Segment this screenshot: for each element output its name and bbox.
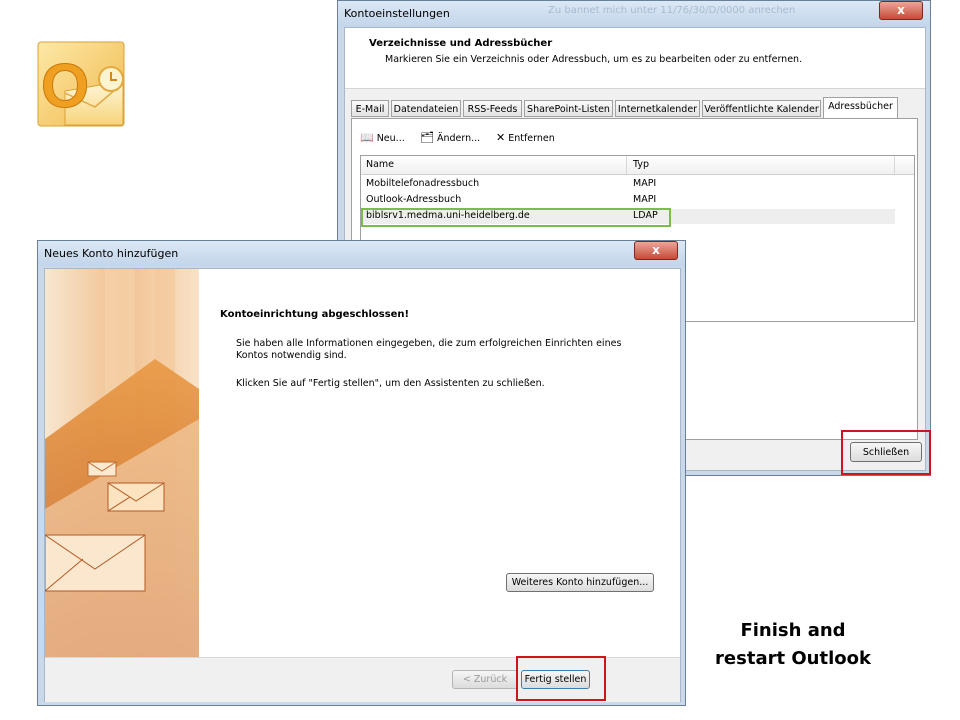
item-name: Outlook-Adressbuch bbox=[366, 194, 462, 205]
item-type: MAPI bbox=[633, 194, 657, 205]
callout-box bbox=[516, 656, 606, 701]
wizard-body: Kontoeinrichtung abgeschlossen! Sie habe… bbox=[44, 268, 681, 702]
caption-line: Finish and bbox=[740, 620, 846, 641]
logo-letter: O bbox=[41, 52, 89, 121]
add-another-account-button[interactable]: Weiteres Konto hinzufügen... bbox=[506, 573, 654, 592]
instruction-caption: Finish and restart Outlook bbox=[700, 617, 886, 673]
column-header-name[interactable]: Name bbox=[366, 159, 394, 170]
window-title: Kontoeinstellungen bbox=[344, 7, 450, 20]
edit-icon: 🗂 bbox=[420, 131, 434, 144]
column-divider[interactable] bbox=[894, 156, 895, 174]
column-header-type[interactable]: Typ bbox=[633, 159, 649, 170]
envelope-icon bbox=[107, 482, 165, 512]
tab-email[interactable]: E-Mail bbox=[351, 100, 389, 117]
list-item[interactable]: Outlook-Adressbuch MAPI bbox=[361, 193, 895, 208]
tab-rss-feeds[interactable]: RSS-Feeds bbox=[463, 100, 522, 117]
window-title: Neues Konto hinzufügen bbox=[44, 247, 179, 260]
instruction-text: Klicken Sie auf "Fertig stellen", um den… bbox=[236, 378, 545, 389]
remove-icon: ✕ bbox=[496, 131, 506, 144]
new-label: Neu... bbox=[376, 133, 405, 144]
item-type: MAPI bbox=[633, 178, 657, 189]
wizard-banner-image bbox=[45, 269, 199, 657]
background-window-title: Zu bannet mich unter 11/76/30/D/0000 anr… bbox=[548, 5, 796, 16]
tab-datendateien[interactable]: Datendateien bbox=[391, 100, 461, 117]
selection-highlight bbox=[361, 208, 671, 227]
callout-box bbox=[841, 430, 931, 475]
back-button[interactable]: < Zurück bbox=[452, 670, 518, 689]
title-bar[interactable]: Kontoeinstellungen Zu bannet mich unter … bbox=[338, 1, 930, 27]
list-item[interactable]: Mobiltelefonadressbuch MAPI bbox=[361, 177, 895, 192]
list-header: Name Typ bbox=[361, 156, 914, 175]
envelope-icon bbox=[87, 461, 117, 477]
remove-button[interactable]: ✕ Entfernen bbox=[496, 131, 555, 144]
title-bar[interactable]: Neues Konto hinzufügen x bbox=[38, 241, 685, 266]
book-icon: 📖 bbox=[360, 131, 374, 144]
dialog-header: Verzeichnisse und Adressbücher Markieren… bbox=[345, 28, 925, 89]
change-label: Ändern... bbox=[436, 133, 481, 144]
add-account-wizard-window: Neues Konto hinzufügen x Kontoeinrichtun… bbox=[37, 240, 686, 706]
change-button[interactable]: 🗂 Ändern... bbox=[420, 131, 480, 144]
outlook-logo-icon: O bbox=[37, 41, 125, 127]
close-button[interactable]: x bbox=[879, 1, 923, 20]
tab-sharepoint-listen[interactable]: SharePoint-Listen bbox=[524, 100, 613, 117]
new-button[interactable]: 📖 Neu... bbox=[360, 131, 405, 144]
caption-line: restart Outlook bbox=[715, 648, 871, 669]
close-icon: x bbox=[652, 243, 660, 257]
column-divider[interactable] bbox=[626, 156, 627, 174]
completion-title: Kontoeinrichtung abgeschlossen! bbox=[220, 309, 410, 320]
completion-text: Sie haben alle Informationen eingegeben,… bbox=[236, 338, 622, 361]
remove-label: Entfernen bbox=[508, 133, 555, 144]
close-icon: x bbox=[897, 3, 905, 17]
header-title: Verzeichnisse und Adressbücher bbox=[369, 38, 553, 49]
item-name: Mobiltelefonadressbuch bbox=[366, 178, 480, 189]
close-button[interactable]: x bbox=[634, 241, 678, 260]
tab-veroeffentlichte-kalender[interactable]: Veröffentlichte Kalender bbox=[702, 100, 821, 117]
header-subtitle: Markieren Sie ein Verzeichnis oder Adres… bbox=[385, 54, 803, 65]
tab-internetkalender[interactable]: Internetkalender bbox=[615, 100, 700, 117]
tab-adressbuecher[interactable]: Adressbücher bbox=[823, 97, 898, 118]
envelope-icon bbox=[45, 534, 146, 592]
